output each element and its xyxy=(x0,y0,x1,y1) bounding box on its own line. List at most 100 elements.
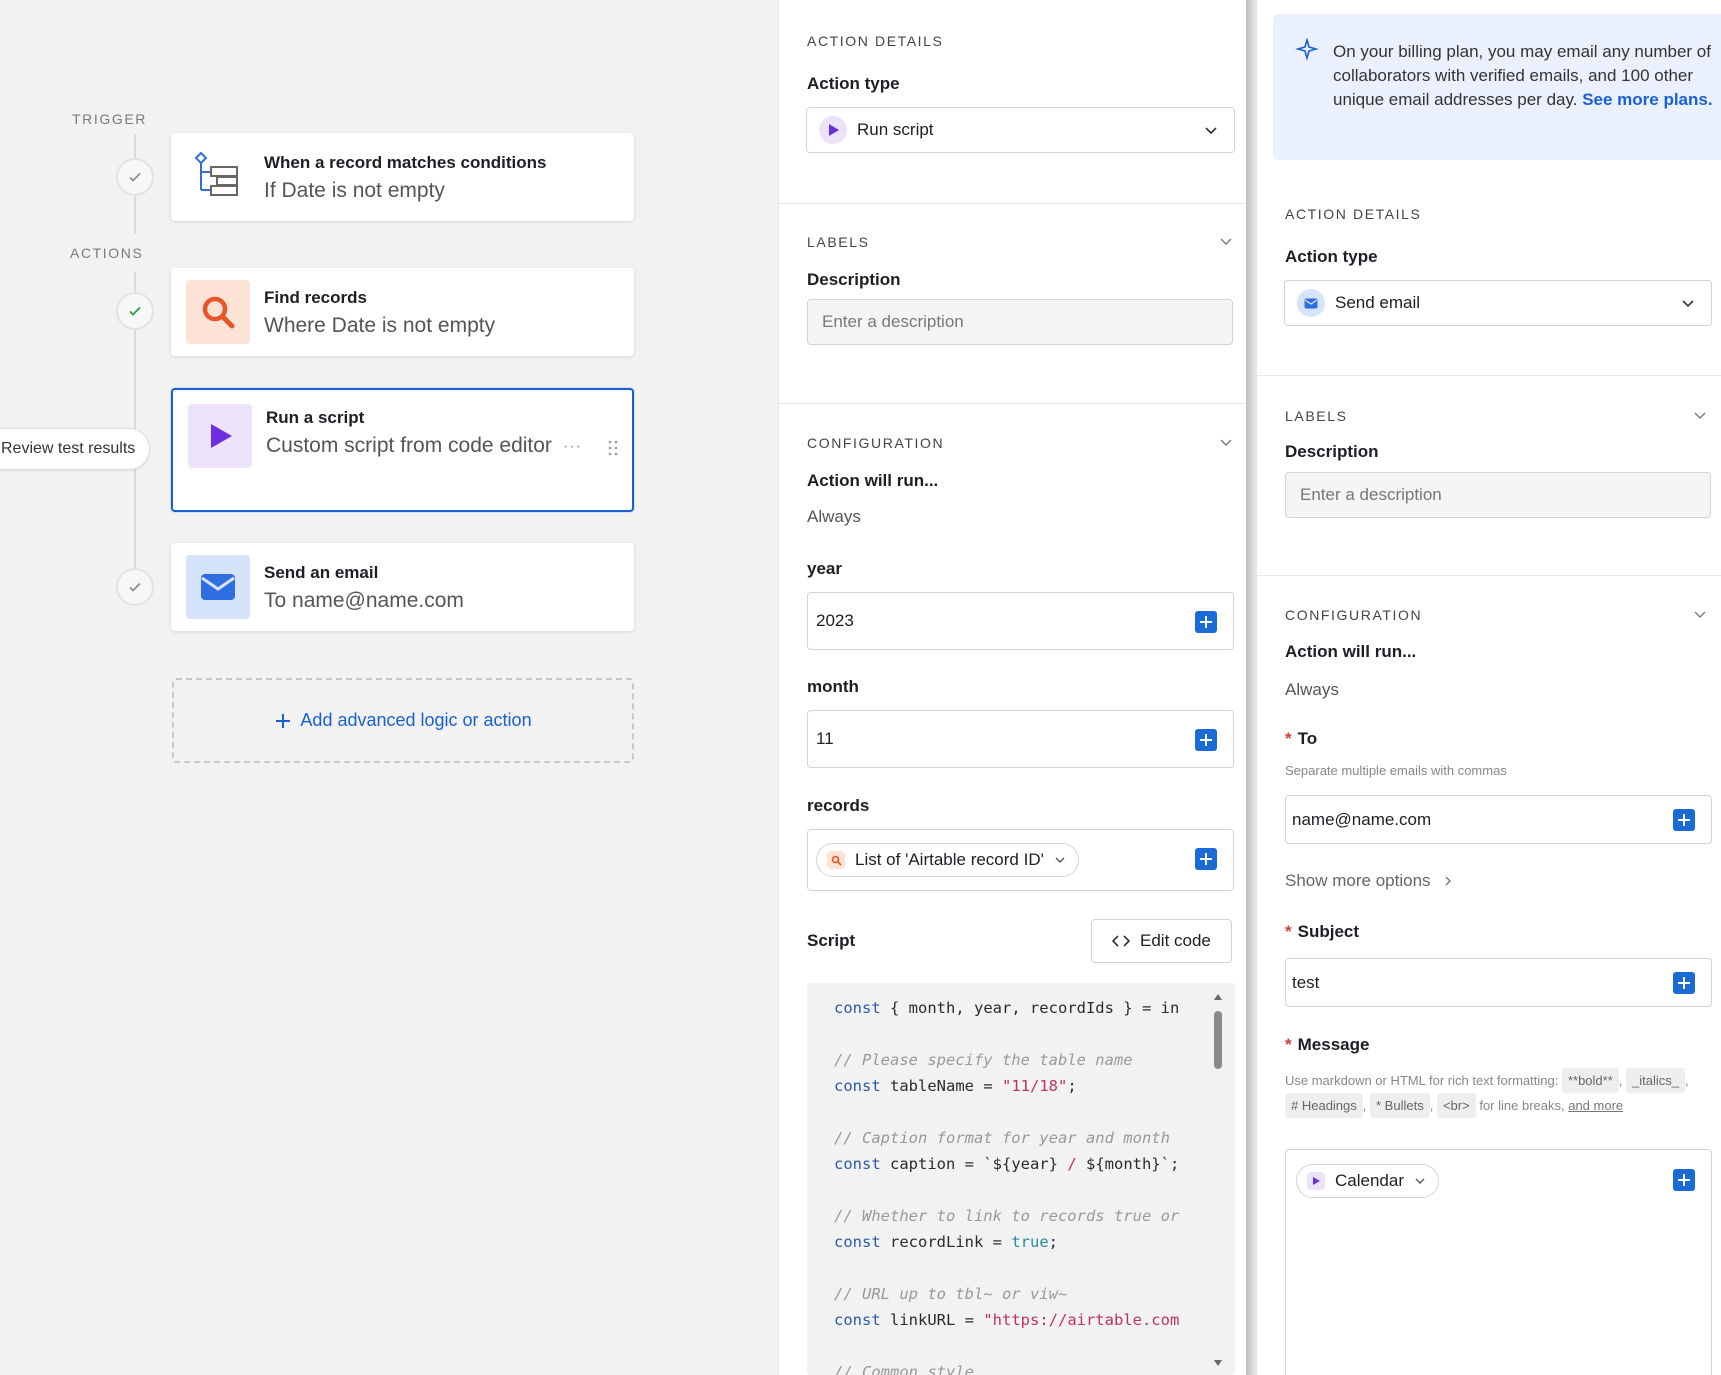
send-email-status-check-icon xyxy=(116,568,154,606)
description-input[interactable]: Enter a description xyxy=(807,299,1233,345)
action-card-find-records[interactable]: Find records Where Date is not empty xyxy=(171,268,634,356)
find-records-title: Find records xyxy=(264,288,367,307)
markdown-chip-italics: _italics_ xyxy=(1626,1068,1685,1093)
chevron-down-icon xyxy=(1205,127,1217,135)
trigger-card-title: When a record matches conditions xyxy=(264,153,547,172)
chevron-down-icon[interactable] xyxy=(1219,234,1233,248)
drag-handle-icon[interactable] xyxy=(608,440,618,456)
chevron-down-icon[interactable] xyxy=(1693,607,1707,621)
calendar-token-pill[interactable]: Calendar xyxy=(1296,1164,1439,1198)
action-type-select[interactable]: Send email xyxy=(1284,280,1712,326)
edit-code-button[interactable]: Edit code xyxy=(1091,919,1232,963)
input-month-field[interactable]: 11 xyxy=(807,710,1234,768)
run-script-subtitle: Custom script from code editor xyxy=(266,434,552,457)
input-month-label: month xyxy=(807,677,859,696)
actions-section-label: ACTIONS xyxy=(70,245,144,261)
script-label: Script xyxy=(807,931,856,950)
code-line: // Caption format for year and month xyxy=(834,1129,1170,1147)
action-type-select[interactable]: Run script xyxy=(806,107,1235,153)
markdown-chip-bold: **bold** xyxy=(1561,1068,1619,1093)
code-line: // Whether to link to records true or xyxy=(834,1207,1180,1225)
records-token-pill[interactable]: List of 'Airtable record ID' xyxy=(816,843,1079,877)
code-line: // Please specify the table name xyxy=(834,1051,1133,1069)
conditions-tree-icon xyxy=(186,145,250,209)
run-script-title: Run a script xyxy=(266,408,365,427)
scroll-up-arrow-icon[interactable] xyxy=(1213,993,1223,1001)
code-line: const linkURL = "https://airtable.com xyxy=(834,1311,1180,1329)
play-icon xyxy=(188,404,252,468)
message-field[interactable]: Calendar xyxy=(1285,1149,1712,1375)
envelope-icon xyxy=(1297,289,1325,317)
to-field[interactable]: name@name.com xyxy=(1285,795,1712,844)
trigger-card[interactable]: When a record matches conditions If Date… xyxy=(171,133,634,221)
insert-token-plus-icon[interactable] xyxy=(1673,1169,1695,1191)
description-input[interactable]: Enter a description xyxy=(1285,472,1711,518)
scroll-down-arrow-icon[interactable] xyxy=(1213,1359,1223,1367)
email-action-panel: On your billing plan, you may email any … xyxy=(1256,0,1721,1375)
message-label: * Message xyxy=(1285,1035,1370,1054)
configuration-heading: CONFIGURATION xyxy=(807,435,945,451)
action-will-run-value: Always xyxy=(1285,680,1339,699)
script-action-panel: ACTION DETAILS Action type Run script LA… xyxy=(778,0,1246,1375)
trigger-card-subtitle: If Date is not empty xyxy=(264,179,445,202)
show-more-options-button[interactable]: Show more options xyxy=(1285,871,1453,891)
chevron-right-icon xyxy=(1445,876,1451,886)
insert-token-plus-icon[interactable] xyxy=(1195,729,1217,751)
insert-token-plus-icon[interactable] xyxy=(1673,972,1695,994)
input-records-label: records xyxy=(807,796,870,815)
play-icon xyxy=(1307,1172,1325,1190)
action-details-section: ACTION DETAILS Action type Send email xyxy=(1257,160,1721,376)
find-records-subtitle: Where Date is not empty xyxy=(264,314,496,337)
chevron-down-icon xyxy=(1415,1178,1425,1184)
code-line: const caption = `${year} / ${month}`; xyxy=(834,1155,1180,1173)
input-records-field[interactable]: List of 'Airtable record ID' xyxy=(807,829,1234,891)
to-label-text: To xyxy=(1297,729,1318,748)
action-will-run-value: Always xyxy=(807,507,861,526)
message-hint-prefix: Use markdown or HTML for rich text forma… xyxy=(1285,1073,1559,1088)
input-year-value: 2023 xyxy=(816,611,854,630)
send-email-subtitle: To name@name.com xyxy=(264,589,464,612)
add-advanced-logic-label: Add advanced logic or action xyxy=(300,710,532,730)
more-options-icon[interactable]: ··· xyxy=(563,438,582,456)
search-icon xyxy=(827,851,845,869)
insert-token-plus-icon[interactable] xyxy=(1673,809,1695,831)
see-more-plans-link[interactable]: See more plans. xyxy=(1582,90,1712,109)
subject-field[interactable]: test xyxy=(1285,958,1712,1007)
automation-canvas: TRIGGER ACTIONS When a record matches co… xyxy=(0,0,778,1375)
code-brackets-icon xyxy=(1112,935,1130,947)
action-details-heading: ACTION DETAILS xyxy=(1285,206,1422,222)
chevron-down-icon[interactable] xyxy=(1693,408,1707,422)
code-line: // URL up to tbl~ or viw~ xyxy=(834,1285,1068,1303)
code-line: const recordLink = true; xyxy=(834,1233,1058,1251)
configuration-section: CONFIGURATION Action will run... Always … xyxy=(1257,576,1721,1375)
and-more-link[interactable]: and more xyxy=(1568,1098,1623,1113)
input-year-field[interactable]: 2023 xyxy=(807,592,1234,650)
play-icon xyxy=(819,116,847,144)
chevron-down-icon[interactable] xyxy=(1219,435,1233,449)
action-card-send-email[interactable]: Send an email To name@name.com xyxy=(171,543,634,631)
input-year-label: year xyxy=(807,559,842,578)
code-line: const { month, year, recordIds } = in xyxy=(834,999,1180,1017)
trigger-status-check-icon xyxy=(116,158,154,196)
markdown-chip-bullets: * Bullets xyxy=(1370,1093,1430,1118)
insert-token-plus-icon[interactable] xyxy=(1195,611,1217,633)
action-will-run-label: Action will run... xyxy=(807,471,939,490)
add-advanced-logic-button[interactable]: Add advanced logic or action xyxy=(172,678,634,763)
message-label-text: Message xyxy=(1297,1035,1370,1054)
edit-code-label: Edit code xyxy=(1140,931,1211,950)
sparkle-icon xyxy=(1295,38,1319,61)
action-type-label: Action type xyxy=(807,74,900,93)
markdown-chip-headings: # Headings xyxy=(1285,1093,1363,1118)
to-label: * To xyxy=(1285,729,1318,748)
panel-resize-divider[interactable] xyxy=(1246,0,1256,1375)
labels-section: LABELS Description Enter a description xyxy=(1257,376,1721,576)
script-code-preview[interactable]: const { month, year, recordIds } = in //… xyxy=(807,983,1235,1375)
action-card-run-script[interactable]: Run a script Custom script from code edi… xyxy=(171,388,634,512)
review-test-results-button[interactable]: Review test results xyxy=(0,428,151,470)
description-label: Description xyxy=(1285,442,1379,461)
code-scrollbar-thumb[interactable] xyxy=(1214,1011,1222,1069)
action-details-heading: ACTION DETAILS xyxy=(807,33,944,49)
configuration-heading: CONFIGURATION xyxy=(1285,607,1423,623)
billing-info-text: On your billing plan, you may email any … xyxy=(1333,40,1721,112)
insert-token-plus-icon[interactable] xyxy=(1195,848,1217,870)
